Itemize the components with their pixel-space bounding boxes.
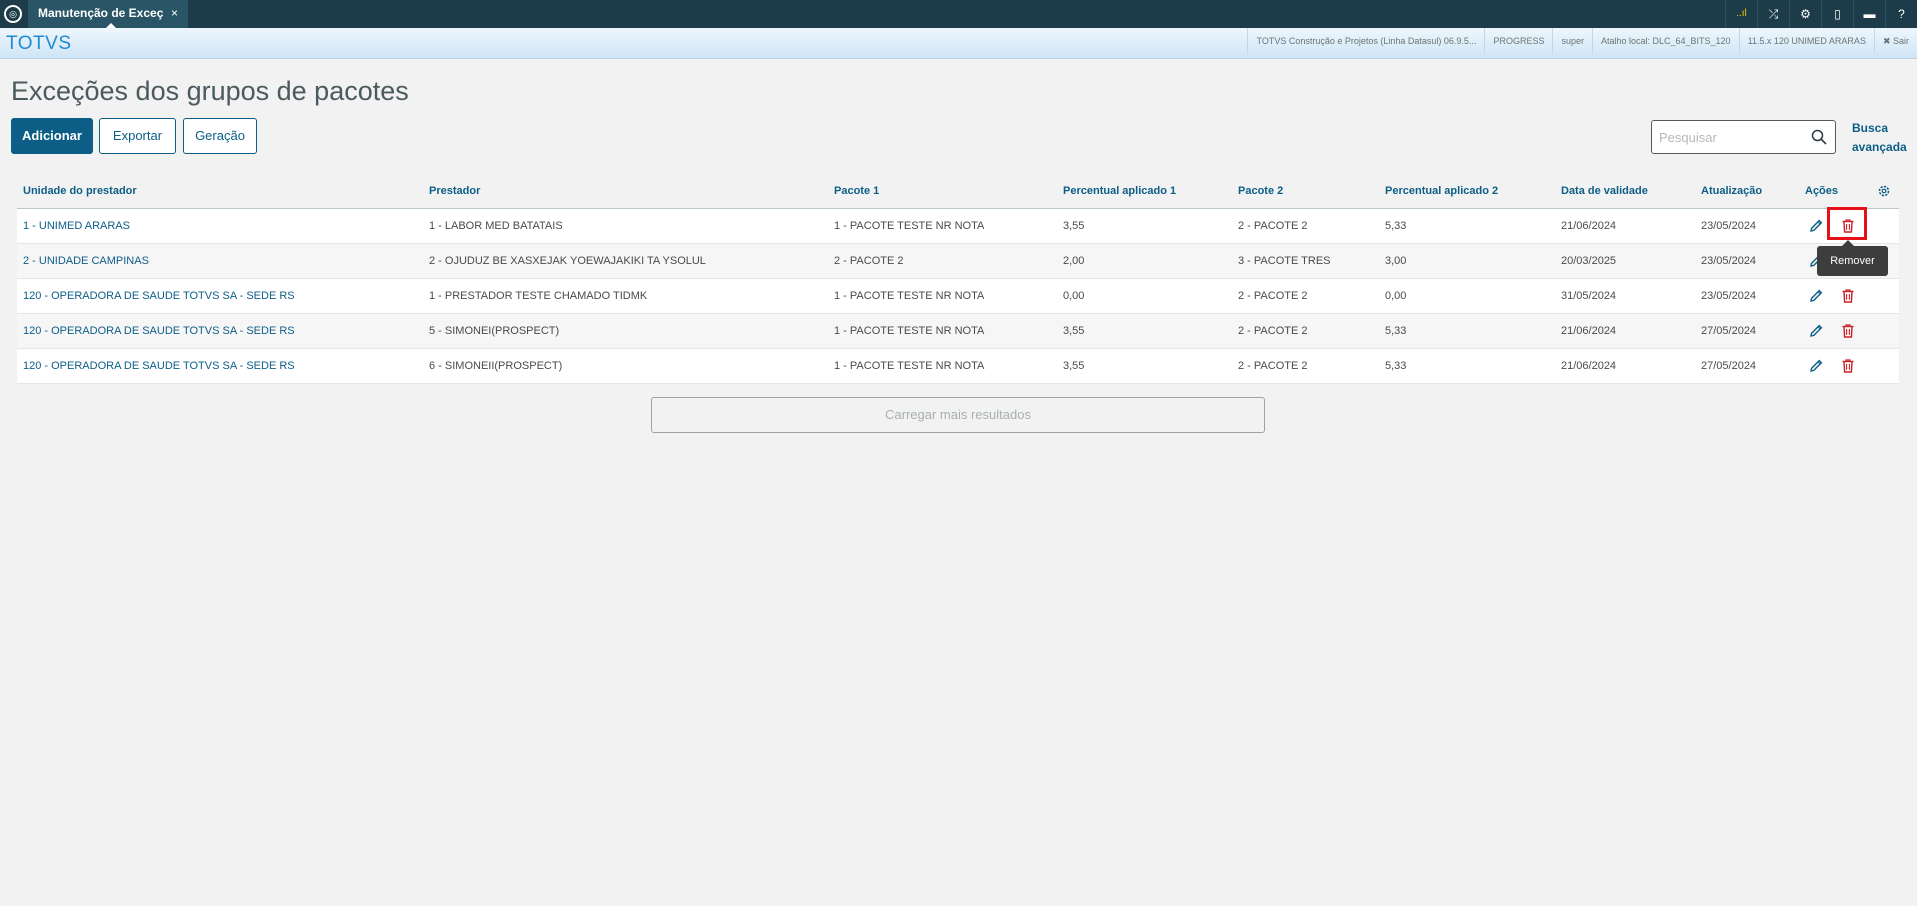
percent2-cell: 3,00: [1385, 255, 1407, 267]
edit-icon[interactable]: [1808, 218, 1824, 234]
column-header[interactable]: Pacote 1: [834, 173, 879, 209]
package2-cell: 2 - PACOTE 2: [1238, 220, 1308, 232]
unit-cell[interactable]: 120 - OPERADORA DE SAUDE TOTVS SA - SEDE…: [23, 279, 295, 314]
column-settings-gear-icon[interactable]: [1877, 184, 1891, 198]
add-button[interactable]: Adicionar: [11, 118, 93, 154]
update-date-cell: 23/05/2024: [1701, 290, 1757, 302]
exceptions-table: Unidade do prestador Prestador Pacote 1 …: [17, 173, 1899, 384]
table-row[interactable]: 2 - UNIDADE CAMPINAS 2 - OJUDUZ BE XASXEJ…: [17, 244, 1899, 279]
percent1-cell: 0,00: [1063, 290, 1085, 302]
unit-cell[interactable]: 120 - OPERADORA DE SAUDE TOTVS SA - SEDE…: [23, 314, 295, 349]
validity-date-cell: 31/05/2024: [1561, 290, 1617, 302]
provider-cell: 6 - SIMONEII(PROSPECT): [429, 360, 563, 372]
provider-cell: 5 - SIMONEI(PROSPECT): [429, 325, 560, 337]
version-info: 11.5.x 120 UNIMED ARARAS: [1738, 28, 1874, 54]
table-row[interactable]: 120 - OPERADORA DE SAUDE TOTVS SA - SEDE…: [17, 279, 1899, 314]
table-body: 1 - UNIMED ARARAS 1 - LABOR MED BATATAIS 1…: [17, 209, 1899, 384]
edit-icon[interactable]: [1808, 288, 1824, 304]
logout-button[interactable]: ✖ Sair: [1873, 28, 1917, 54]
search-input[interactable]: [1652, 121, 1802, 153]
trash-icon[interactable]: [1840, 323, 1856, 339]
percent2-cell: 5,33: [1385, 325, 1407, 337]
generate-button[interactable]: Geração: [183, 118, 257, 154]
session-info: TOTVS Construção e Projetos (Linha Datas…: [1247, 28, 1917, 54]
percent1-cell: 3,55: [1063, 220, 1085, 232]
export-button[interactable]: Exportar: [99, 118, 176, 154]
chat-icon[interactable]: ▬: [1853, 0, 1885, 28]
advanced-search-link[interactable]: Busca avançada: [1852, 119, 1907, 157]
provider-cell: 1 - PRESTADOR TESTE CHAMADO TIDMK: [429, 290, 648, 302]
tab-close-icon[interactable]: ×: [171, 0, 178, 27]
percent2-cell: 5,33: [1385, 360, 1407, 372]
package1-cell: 1 - PACOTE TESTE NR NOTA: [834, 220, 985, 232]
package2-cell: 2 - PACOTE 2: [1238, 325, 1308, 337]
column-header-actions: Ações: [1805, 185, 1839, 197]
provider-cell: 2 - OJUDUZ BE XASXEJAK YOEWAJAKIKI TA YS…: [429, 255, 706, 267]
package2-cell: 2 - PACOTE 2: [1238, 290, 1308, 302]
validity-date-cell: 20/03/2025: [1561, 255, 1617, 267]
package1-cell: 1 - PACOTE TESTE NR NOTA: [834, 325, 985, 337]
product-info: TOTVS Construção e Projetos (Linha Datas…: [1247, 28, 1484, 54]
package1-cell: 2 - PACOTE 2: [834, 255, 904, 267]
percent1-cell: 3,55: [1063, 360, 1085, 372]
app-logo-icon[interactable]: ◎: [4, 5, 22, 23]
help-icon[interactable]: ?: [1885, 0, 1917, 28]
validity-date-cell: 21/06/2024: [1561, 360, 1617, 372]
percent1-cell: 2,00: [1063, 255, 1085, 267]
delete-highlight-box: [1827, 207, 1867, 240]
column-header[interactable]: Pacote 2: [1238, 173, 1283, 209]
page-title: Exceções dos grupos de pacotes: [11, 76, 409, 106]
tab-label: Manutenção de Exceç: [38, 6, 164, 20]
percent2-cell: 5,33: [1385, 220, 1407, 232]
unit-cell[interactable]: 120 - OPERADORA DE SAUDE TOTVS SA - SEDE…: [23, 349, 295, 384]
column-header[interactable]: Percentual aplicado 2: [1385, 173, 1498, 209]
edit-icon[interactable]: [1808, 323, 1824, 339]
provider-cell: 1 - LABOR MED BATATAIS: [429, 220, 563, 232]
package2-cell: 3 - PACOTE TRES: [1238, 255, 1331, 267]
column-header[interactable]: Data de validade: [1561, 173, 1648, 209]
percent2-cell: 0,00: [1385, 290, 1407, 302]
update-date-cell: 27/05/2024: [1701, 360, 1757, 372]
user-info: super: [1552, 28, 1592, 54]
package2-cell: 2 - PACOTE 2: [1238, 360, 1308, 372]
shuffle-icon[interactable]: ⤮: [1757, 0, 1789, 28]
update-date-cell: 27/05/2024: [1701, 325, 1757, 337]
document-icon[interactable]: ▯: [1821, 0, 1853, 28]
package1-cell: 1 - PACOTE TESTE NR NOTA: [834, 290, 985, 302]
validity-date-cell: 21/06/2024: [1561, 325, 1617, 337]
toolbar-icons: ..ıl ⤮ ⚙ ▯ ▬ ?: [1725, 0, 1917, 28]
column-header[interactable]: Prestador: [429, 173, 480, 209]
column-header[interactable]: Unidade do prestador: [23, 173, 137, 209]
unit-cell[interactable]: 2 - UNIDADE CAMPINAS: [23, 244, 149, 279]
edit-icon[interactable]: [1808, 358, 1824, 374]
trash-icon[interactable]: [1840, 288, 1856, 304]
shortcut-info: Atalho local: DLC_64_BITS_120: [1591, 28, 1739, 54]
column-header[interactable]: Percentual aplicado 1: [1063, 173, 1176, 209]
signal-icon[interactable]: ..ıl: [1725, 0, 1757, 28]
validity-date-cell: 21/06/2024: [1561, 220, 1617, 232]
search-box: [1651, 120, 1836, 154]
percent1-cell: 3,55: [1063, 325, 1085, 337]
column-header[interactable]: Atualização: [1701, 173, 1762, 209]
header-bar: TOTVS TOTVS Construção e Projetos (Linha…: [0, 28, 1917, 59]
table-row[interactable]: 120 - OPERADORA DE SAUDE TOTVS SA - SEDE…: [17, 349, 1899, 384]
update-date-cell: 23/05/2024: [1701, 255, 1757, 267]
unit-cell[interactable]: 1 - UNIMED ARARAS: [23, 209, 130, 244]
package1-cell: 1 - PACOTE TESTE NR NOTA: [834, 360, 985, 372]
trash-icon[interactable]: [1840, 358, 1856, 374]
table-header: Unidade do prestador Prestador Pacote 1 …: [17, 173, 1899, 209]
update-date-cell: 23/05/2024: [1701, 220, 1757, 232]
search-icon[interactable]: [1811, 129, 1827, 145]
gear-icon[interactable]: ⚙: [1789, 0, 1821, 28]
database-info: PROGRESS: [1484, 28, 1552, 54]
table-row[interactable]: 1 - UNIMED ARARAS 1 - LABOR MED BATATAIS 1…: [17, 209, 1899, 244]
load-more-button[interactable]: Carregar mais resultados: [651, 397, 1265, 433]
top-bar: ◎ Manutenção de Exceç × ..ıl ⤮ ⚙ ▯ ▬ ?: [0, 0, 1917, 28]
brand-logo[interactable]: TOTVS: [6, 33, 72, 55]
tab-manutencao[interactable]: Manutenção de Exceç ×: [28, 0, 188, 28]
remove-tooltip: Remover: [1817, 240, 1888, 276]
table-row[interactable]: 120 - OPERADORA DE SAUDE TOTVS SA - SEDE…: [17, 314, 1899, 349]
